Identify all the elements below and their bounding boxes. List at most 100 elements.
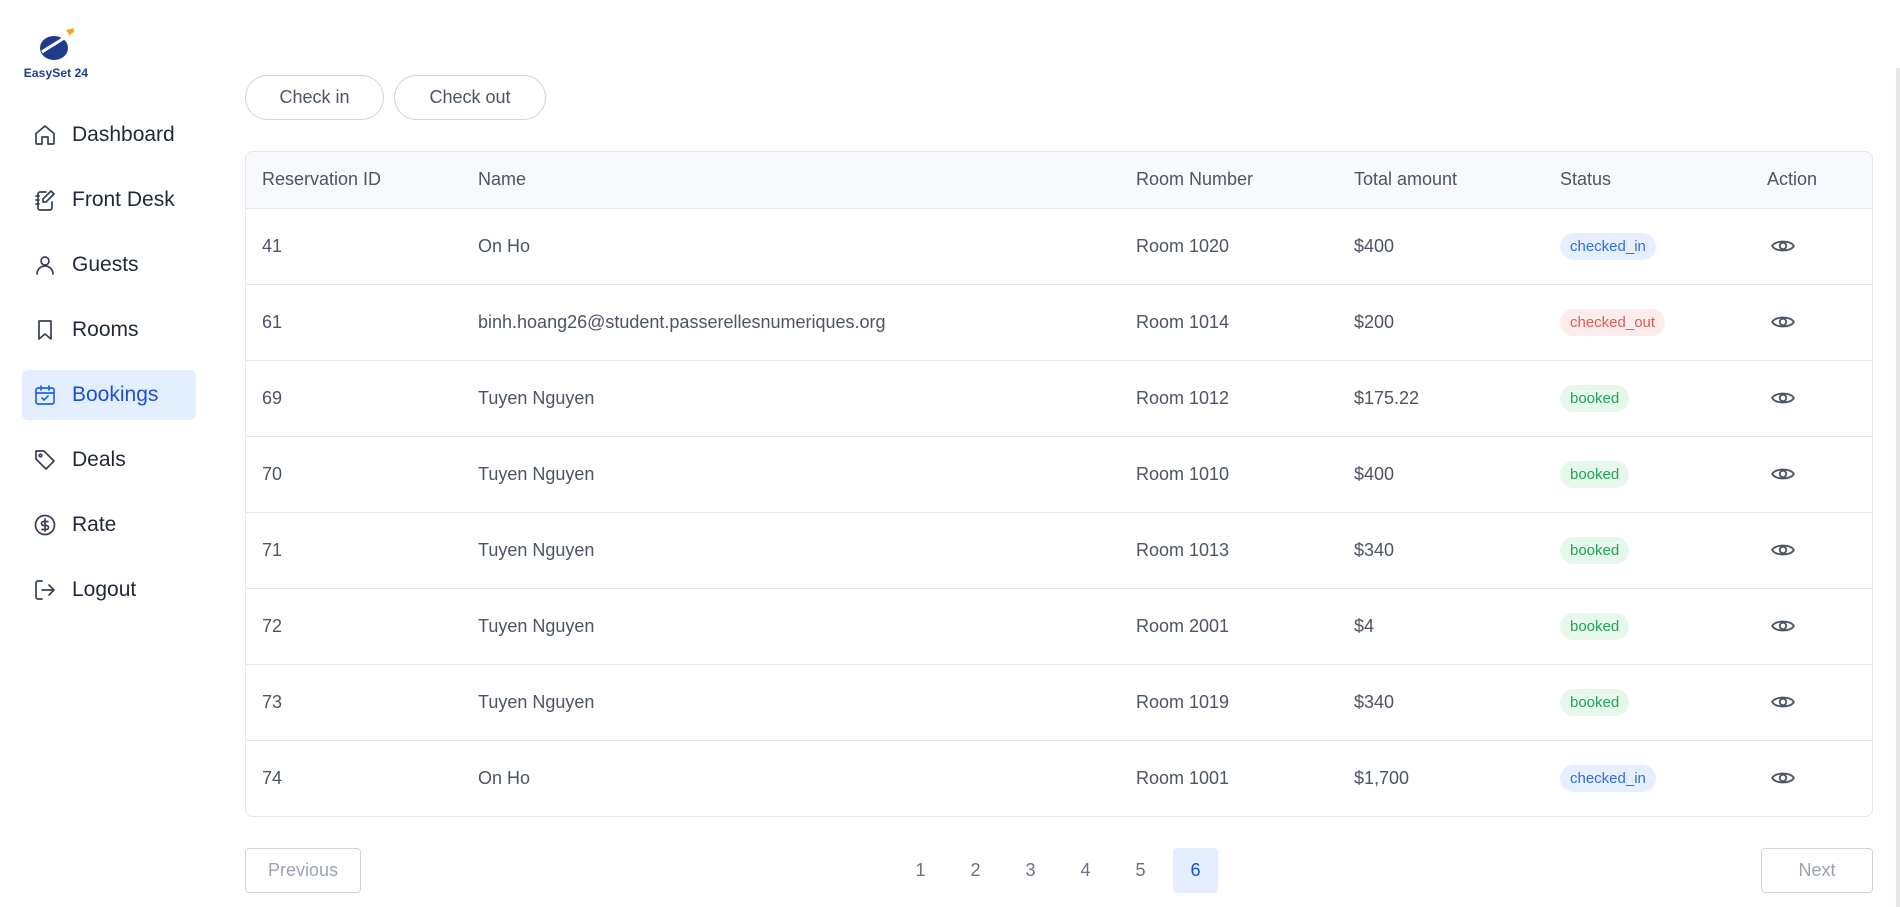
table-row: 69 Tuyen Nguyen Room 1012 $175.22 booked [246,360,1872,436]
status-badge: booked [1560,384,1630,412]
reservation-id-cell: 41 [262,235,283,256]
page-2-button[interactable]: 2 [953,848,998,893]
sidebar: EasySet 24 Dashboard Front Desk Guests R… [0,0,220,907]
column-header-reservation-id: Reservation ID [246,152,462,209]
page-3-button[interactable]: 3 [1008,848,1053,893]
guest-name-cell: binh.hoang26@student.passerellesnumeriqu… [478,311,886,332]
sidebar-nav: Dashboard Front Desk Guests Rooms Bookin… [22,110,196,630]
sidebar-item-front-desk[interactable]: Front Desk [22,175,196,225]
reservation-id-cell: 72 [262,615,283,636]
action-cell [1751,360,1872,436]
status-cell: booked [1544,360,1751,436]
total-amount-cell: $340 [1354,691,1395,712]
total-amount-cell: $400 [1354,235,1395,256]
status-badge: booked [1560,536,1630,564]
table-row: 73 Tuyen Nguyen Room 1019 $340 booked [246,664,1872,740]
room-number-cell: Room 1013 [1136,539,1230,560]
page-1-button[interactable]: 1 [898,848,943,893]
guest-name-cell: Tuyen Nguyen [478,463,595,484]
total-amount-cell: $340 [1354,539,1395,560]
total-amount-cell: $200 [1354,311,1395,332]
logo-plane-icon [40,28,74,60]
room-number-cell: Room 1001 [1136,767,1230,788]
logo-text: EasySet 24 [23,66,89,80]
room-number-cell: Room 1014 [1136,311,1230,332]
guest-name-cell: On Ho [478,767,531,788]
previous-page-button[interactable]: Previous [245,848,361,893]
room-number-cell: Room 1019 [1136,691,1230,712]
table-row: 41 On Ho Room 1020 $400 checked_in [246,208,1872,284]
reservation-id-cell: 70 [262,463,283,484]
status-badge: booked [1560,688,1630,716]
view-eye-icon[interactable] [1770,537,1796,563]
action-cell [1751,512,1872,588]
column-header-status: Status [1544,152,1751,209]
action-cell [1751,664,1872,740]
check-in-button[interactable]: Check in [245,75,384,120]
table-row: 74 On Ho Room 1001 $1,700 checked_in [246,740,1872,816]
status-cell: booked [1544,512,1751,588]
status-badge: checked_out [1560,308,1666,336]
guest-name-cell: Tuyen Nguyen [478,539,595,560]
sidebar-item-label: Deals [72,448,126,471]
total-amount-cell: $400 [1354,463,1395,484]
action-cell [1751,284,1872,360]
room-number-cell: Room 1012 [1136,387,1230,408]
table-row: 70 Tuyen Nguyen Room 1010 $400 booked [246,436,1872,512]
page-6-button[interactable]: 6 [1173,848,1218,893]
room-number-cell: Room 2001 [1136,615,1230,636]
column-header-total-amount: Total amount [1338,152,1544,209]
page-4-button[interactable]: 4 [1063,848,1108,893]
sidebar-item-rate[interactable]: Rate [22,500,196,550]
page-5-button[interactable]: 5 [1118,848,1163,893]
status-cell: checked_in [1544,740,1751,816]
logout-icon [32,577,58,603]
column-header-name: Name [462,152,1120,209]
total-amount-cell: $1,700 [1354,767,1410,788]
view-eye-icon[interactable] [1770,385,1796,411]
status-cell: checked_in [1544,208,1751,284]
dollar-circle-icon [32,512,58,538]
sidebar-item-guests[interactable]: Guests [22,240,196,290]
status-cell: checked_out [1544,284,1751,360]
guest-name-cell: On Ho [478,235,531,256]
sidebar-item-rooms[interactable]: Rooms [22,305,196,355]
reservation-id-cell: 71 [262,539,283,560]
status-badge: booked [1560,612,1630,640]
sidebar-item-deals[interactable]: Deals [22,435,196,485]
guest-name-cell: Tuyen Nguyen [478,387,595,408]
sidebar-item-label: Bookings [72,383,159,406]
view-eye-icon[interactable] [1770,613,1796,639]
next-page-button[interactable]: Next [1761,848,1873,893]
table-row: 71 Tuyen Nguyen Room 1013 $340 booked [246,512,1872,588]
home-icon [32,122,58,148]
status-badge: checked_in [1560,232,1656,260]
reservation-id-cell: 73 [262,691,283,712]
sidebar-item-logout[interactable]: Logout [22,565,196,615]
column-header-action: Action [1751,152,1872,209]
table-row: 61 binh.hoang26@student.passerellesnumeri… [246,284,1872,360]
status-badge: booked [1560,460,1630,488]
sidebar-item-dashboard[interactable]: Dashboard [22,110,196,160]
app-logo[interactable]: EasySet 24 [20,28,92,82]
room-number-cell: Room 1010 [1136,463,1230,484]
action-cell [1751,588,1872,664]
scrollbar[interactable] [1896,68,1900,907]
view-eye-icon[interactable] [1770,765,1796,791]
view-eye-icon[interactable] [1770,309,1796,335]
reservation-id-cell: 69 [262,387,283,408]
view-eye-icon[interactable] [1770,689,1796,715]
status-cell: booked [1544,436,1751,512]
view-eye-icon[interactable] [1770,461,1796,487]
calendar-check-icon [32,382,58,408]
user-icon [32,252,58,278]
reservation-id-cell: 61 [262,311,283,332]
sidebar-item-label: Front Desk [72,188,175,211]
table-row: 72 Tuyen Nguyen Room 2001 $4 booked [246,588,1872,664]
view-eye-icon[interactable] [1770,233,1796,259]
action-cell [1751,208,1872,284]
check-out-button[interactable]: Check out [394,75,546,120]
table-header-row: Reservation ID Name Room Number Total am… [246,152,1872,209]
sidebar-item-label: Rooms [72,318,139,341]
sidebar-item-bookings[interactable]: Bookings [22,370,196,420]
